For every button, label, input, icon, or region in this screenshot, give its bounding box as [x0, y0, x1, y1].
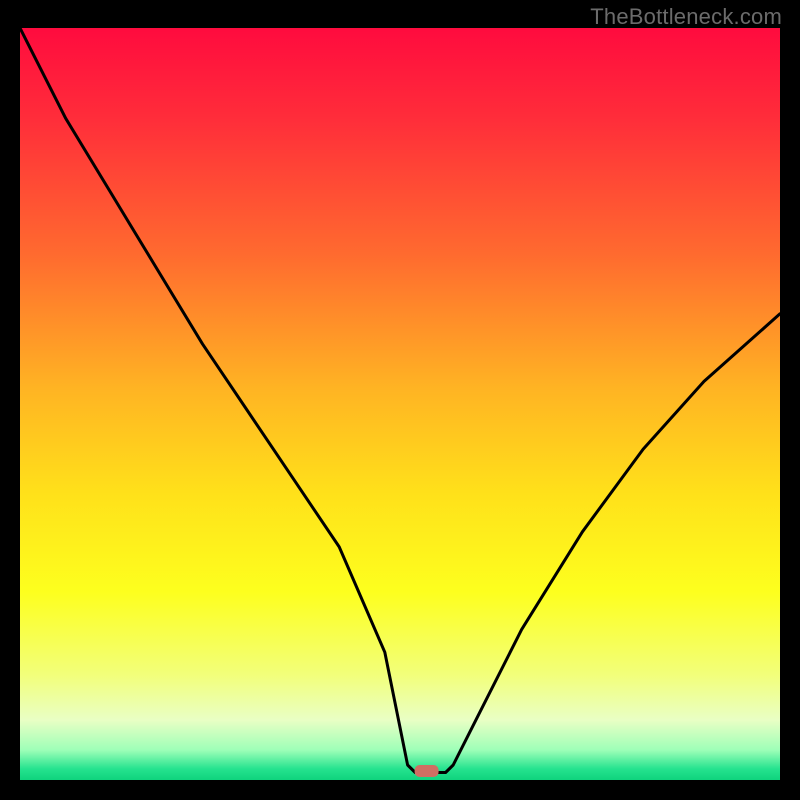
optimal-marker: [415, 765, 439, 777]
gradient-background: [20, 28, 780, 780]
watermark-text: TheBottleneck.com: [590, 4, 782, 30]
chart-frame: TheBottleneck.com: [0, 0, 800, 800]
bottleneck-plot: [20, 28, 780, 780]
plot-svg: [20, 28, 780, 780]
